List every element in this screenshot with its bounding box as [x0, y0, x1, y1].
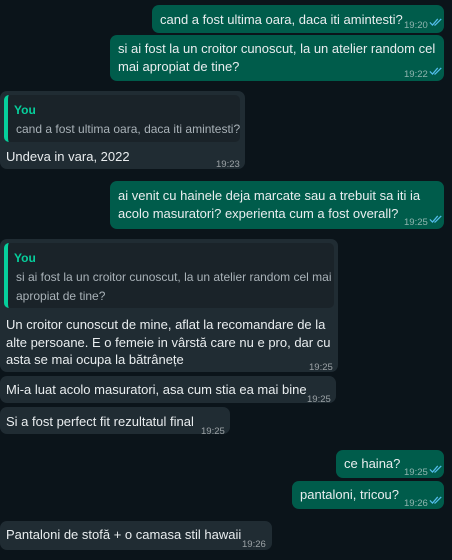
message-time: 19:25	[404, 217, 428, 228]
message-text: Un croitor cunoscut de mine, aflat la re…	[6, 317, 326, 332]
message-incoming[interactable]: Mi-a luat acolo masuratori, asa cum stia…	[0, 376, 336, 405]
quote-text: si ai fost la un croitor cunoscut, la un…	[16, 270, 332, 284]
double-check-icon	[429, 17, 443, 27]
message-time: 19:22	[404, 69, 428, 80]
message-incoming[interactable]: You si ai fost la un croitor cunoscut, l…	[0, 239, 338, 373]
chat-area[interactable]: cand a fost ultima oara, daca iti aminte…	[0, 0, 452, 560]
message-time: 19:26	[242, 539, 266, 550]
double-check-icon	[429, 214, 443, 224]
message-text: cand a fost ultima oara, daca iti aminte…	[160, 12, 403, 27]
message-outgoing[interactable]: si ai fost la un croitor cunoscut, la un…	[110, 35, 444, 81]
double-check-icon	[429, 66, 443, 76]
message-outgoing[interactable]: ce haina? 19:25	[336, 450, 444, 478]
message-incoming[interactable]: Si a fost perfect fit rezultatul final 1…	[0, 407, 230, 437]
message-time: 19:25	[201, 426, 225, 437]
message-text: si ai fost la un croitor cunoscut, la un…	[118, 41, 436, 56]
message-text: Mi-a luat acolo masuratori, asa cum stia…	[6, 382, 307, 397]
message-time: 19:25	[309, 362, 333, 373]
message-outgoing[interactable]: ai venit cu hainele deja marcate sau a t…	[110, 181, 444, 229]
quote-author: You	[14, 103, 36, 117]
quoted-message[interactable]: You si ai fost la un croitor cunoscut, l…	[4, 243, 334, 308]
quoted-message[interactable]: You cand a fost ultima oara, daca iti am…	[4, 95, 240, 142]
message-time: 19:25	[307, 394, 331, 405]
message-incoming[interactable]: You cand a fost ultima oara, daca iti am…	[0, 91, 245, 170]
message-text: Pantaloni de stofă + o camasa stil hawai…	[6, 527, 242, 542]
double-check-icon	[429, 464, 443, 474]
message-time: 19:23	[216, 159, 240, 170]
message-text: Undeva in vara, 2022	[6, 149, 130, 164]
message-incoming[interactable]: Pantaloni de stofă + o camasa stil hawai…	[0, 521, 272, 550]
message-outgoing[interactable]: cand a fost ultima oara, daca iti aminte…	[152, 5, 444, 33]
message-text: Si a fost perfect fit rezultatul final	[6, 414, 194, 429]
double-check-icon	[429, 495, 443, 505]
message-text: ai venit cu hainele deja marcate sau a t…	[118, 188, 421, 203]
message-time: 19:26	[404, 498, 428, 509]
message-outgoing[interactable]: pantaloni, tricou? 19:26	[292, 481, 444, 509]
message-text: ce haina?	[344, 456, 401, 471]
message-text: pantaloni, tricou?	[300, 487, 400, 502]
message-time: 19:25	[404, 467, 428, 478]
quote-text: cand a fost ultima oara, daca iti aminte…	[16, 122, 241, 136]
message-text: mai apropiat de tine?	[118, 59, 240, 74]
message-time: 19:20	[404, 20, 428, 31]
message-text: asta se mai ocupa la bătrânețe	[6, 352, 184, 367]
message-text: acolo masuratori? experienta cum a fost …	[118, 206, 399, 221]
quote-text: apropiat de tine?	[16, 289, 106, 303]
quote-author: You	[14, 251, 36, 265]
